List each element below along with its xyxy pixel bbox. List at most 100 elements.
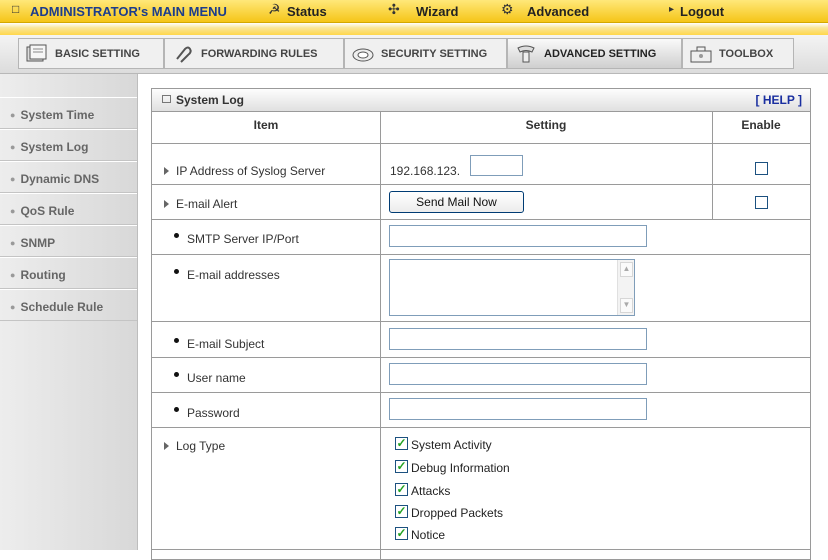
- syslog-label: IP Address of Syslog Server: [164, 164, 325, 178]
- sidebar-item-snmp[interactable]: ● SNMP: [0, 225, 137, 257]
- sidebar-item-qos-rule[interactable]: ● QoS Rule: [0, 193, 137, 225]
- panel-title: System Log: [162, 93, 244, 107]
- column-divider: [380, 111, 381, 559]
- log-debug-information-label: Debug Information: [411, 461, 510, 475]
- syslog-ip-prefix: 192.168.123.: [390, 164, 461, 178]
- email-subject-label: E-mail Subject: [174, 337, 264, 351]
- syslog-ip-last-octet-input[interactable]: [470, 155, 523, 176]
- tab-label: ADVANCED SETTING: [544, 47, 657, 60]
- sidebar-item-label: System Log: [20, 140, 89, 154]
- help-link[interactable]: [ HELP ]: [756, 93, 802, 107]
- header-stripe: [0, 23, 828, 35]
- sidebar-item-schedule-rule[interactable]: ● Schedule Rule: [0, 289, 137, 321]
- tab-label: TOOLBOX: [719, 47, 774, 60]
- logout-link[interactable]: Logout: [680, 4, 724, 19]
- row-divider: [152, 427, 810, 428]
- panel-header: System Log [ HELP ]: [152, 89, 810, 112]
- send-mail-now-button[interactable]: Send Mail Now: [389, 191, 524, 213]
- bullet-icon: ●: [10, 302, 16, 312]
- email-addresses-label: E-mail addresses: [174, 268, 280, 282]
- sidebar-item-label: Schedule Rule: [20, 300, 104, 314]
- sidebar-item-label: Routing: [20, 268, 66, 282]
- tab-advanced-setting[interactable]: ADVANCED SETTING: [507, 38, 682, 69]
- status-icon: ☭: [268, 1, 281, 17]
- log-dropped-packets-label: Dropped Packets: [411, 506, 504, 520]
- advanced-link[interactable]: Advanced: [527, 4, 589, 19]
- password-label: Password: [174, 406, 240, 420]
- bullet-dot-icon: [174, 269, 179, 274]
- log-notice-label: Notice: [411, 528, 446, 542]
- tab-basic-setting[interactable]: BASIC SETTING: [18, 38, 164, 69]
- toolbox-icon: [689, 44, 713, 64]
- textarea-scrollbar[interactable]: ▲ ▼: [617, 260, 634, 315]
- smtp-label: SMTP Server IP/Port: [174, 232, 299, 246]
- triangle-icon: [164, 167, 169, 175]
- bullet-dot-icon: [174, 407, 179, 412]
- row-divider: [152, 254, 810, 255]
- tab-label: FORWARDING RULES: [201, 47, 318, 60]
- triangle-icon: [164, 442, 169, 450]
- row-divider: [152, 392, 810, 393]
- sidebar-item-system-time[interactable]: ● System Time: [0, 97, 137, 129]
- log-system-activity-checkbox[interactable]: ✓: [395, 437, 408, 450]
- bullet-dot-icon: [174, 338, 179, 343]
- panel-square-icon: [162, 95, 171, 103]
- tab-forwarding-rules[interactable]: FORWARDING RULES: [164, 38, 344, 69]
- log-dropped-packets-checkbox[interactable]: ✓: [395, 505, 408, 518]
- sidebar-item-label: Dynamic DNS: [20, 172, 100, 186]
- wizard-link[interactable]: Wizard: [416, 4, 459, 19]
- status-link[interactable]: Status: [287, 4, 327, 19]
- log-type-label: Log Type: [164, 439, 225, 453]
- username-label: User name: [174, 371, 246, 385]
- panel-title-text: System Log: [176, 93, 245, 107]
- tab-security-setting[interactable]: SECURITY SETTING: [344, 38, 507, 69]
- log-debug-information-checkbox[interactable]: ✓: [395, 460, 408, 473]
- notebook-icon: [25, 44, 49, 64]
- top-menu-bar: □ ADMINISTRATOR's MAIN MENU ☭ Status ✣ W…: [0, 0, 828, 23]
- bullet-icon: ●: [10, 110, 16, 120]
- header-item: Item: [253, 118, 279, 132]
- log-type-label-text: Log Type: [176, 439, 226, 453]
- log-attacks-checkbox[interactable]: ✓: [395, 483, 408, 496]
- header-enable: Enable: [741, 118, 781, 132]
- sidebar-item-label: System Time: [20, 108, 95, 122]
- sidebar-item-label: QoS Rule: [20, 204, 75, 218]
- bullet-icon: ●: [10, 142, 16, 152]
- system-log-panel: System Log [ HELP ] Item Setting Enable …: [151, 88, 811, 560]
- menu-square-icon: □: [12, 2, 20, 16]
- scroll-up-icon[interactable]: ▲: [620, 262, 633, 277]
- wizard-icon: ✣: [388, 1, 400, 17]
- username-input[interactable]: [389, 363, 647, 385]
- email-subject-input[interactable]: [389, 328, 647, 350]
- log-attacks-label: Attacks: [411, 484, 451, 498]
- bullet-icon: ●: [10, 174, 16, 184]
- paperclip-icon: [171, 44, 195, 64]
- email-alert-label-text: E-mail Alert: [176, 197, 238, 211]
- email-alert-label: E-mail Alert: [164, 197, 237, 211]
- row-divider: [152, 357, 810, 358]
- bullet-icon: ●: [10, 238, 16, 248]
- scroll-down-icon[interactable]: ▼: [620, 298, 633, 313]
- email-alert-enable-checkbox[interactable]: [755, 196, 768, 209]
- sidebar-item-system-log[interactable]: ● System Log: [0, 129, 137, 161]
- tab-bar: BASIC SETTING FORWARDING RULES SECURITY …: [0, 35, 828, 74]
- row-divider: [152, 219, 810, 220]
- advanced-icon: ⚙: [501, 1, 514, 17]
- tab-label: BASIC SETTING: [55, 47, 140, 60]
- email-addresses-textarea[interactable]: ▲ ▼: [389, 259, 635, 316]
- password-input[interactable]: [389, 398, 647, 420]
- tab-toolbox[interactable]: TOOLBOX: [682, 38, 794, 69]
- row-divider: [152, 321, 810, 322]
- smtp-server-input[interactable]: [389, 225, 647, 247]
- syslog-label-text: IP Address of Syslog Server: [176, 164, 326, 178]
- admin-main-menu-link[interactable]: ADMINISTRATOR's MAIN MENU: [30, 4, 227, 19]
- sidebar-item-routing[interactable]: ● Routing: [0, 257, 137, 289]
- sidebar-item-dynamic-dns[interactable]: ● Dynamic DNS: [0, 161, 137, 193]
- bullet-icon: ●: [10, 206, 16, 216]
- logout-arrow-icon: ▸: [669, 4, 675, 15]
- syslog-enable-checkbox[interactable]: [755, 162, 768, 175]
- tab-label: SECURITY SETTING: [381, 47, 488, 60]
- log-notice-checkbox[interactable]: ✓: [395, 527, 408, 540]
- gears-icon: [514, 44, 538, 64]
- smtp-label-text: SMTP Server IP/Port: [187, 232, 299, 246]
